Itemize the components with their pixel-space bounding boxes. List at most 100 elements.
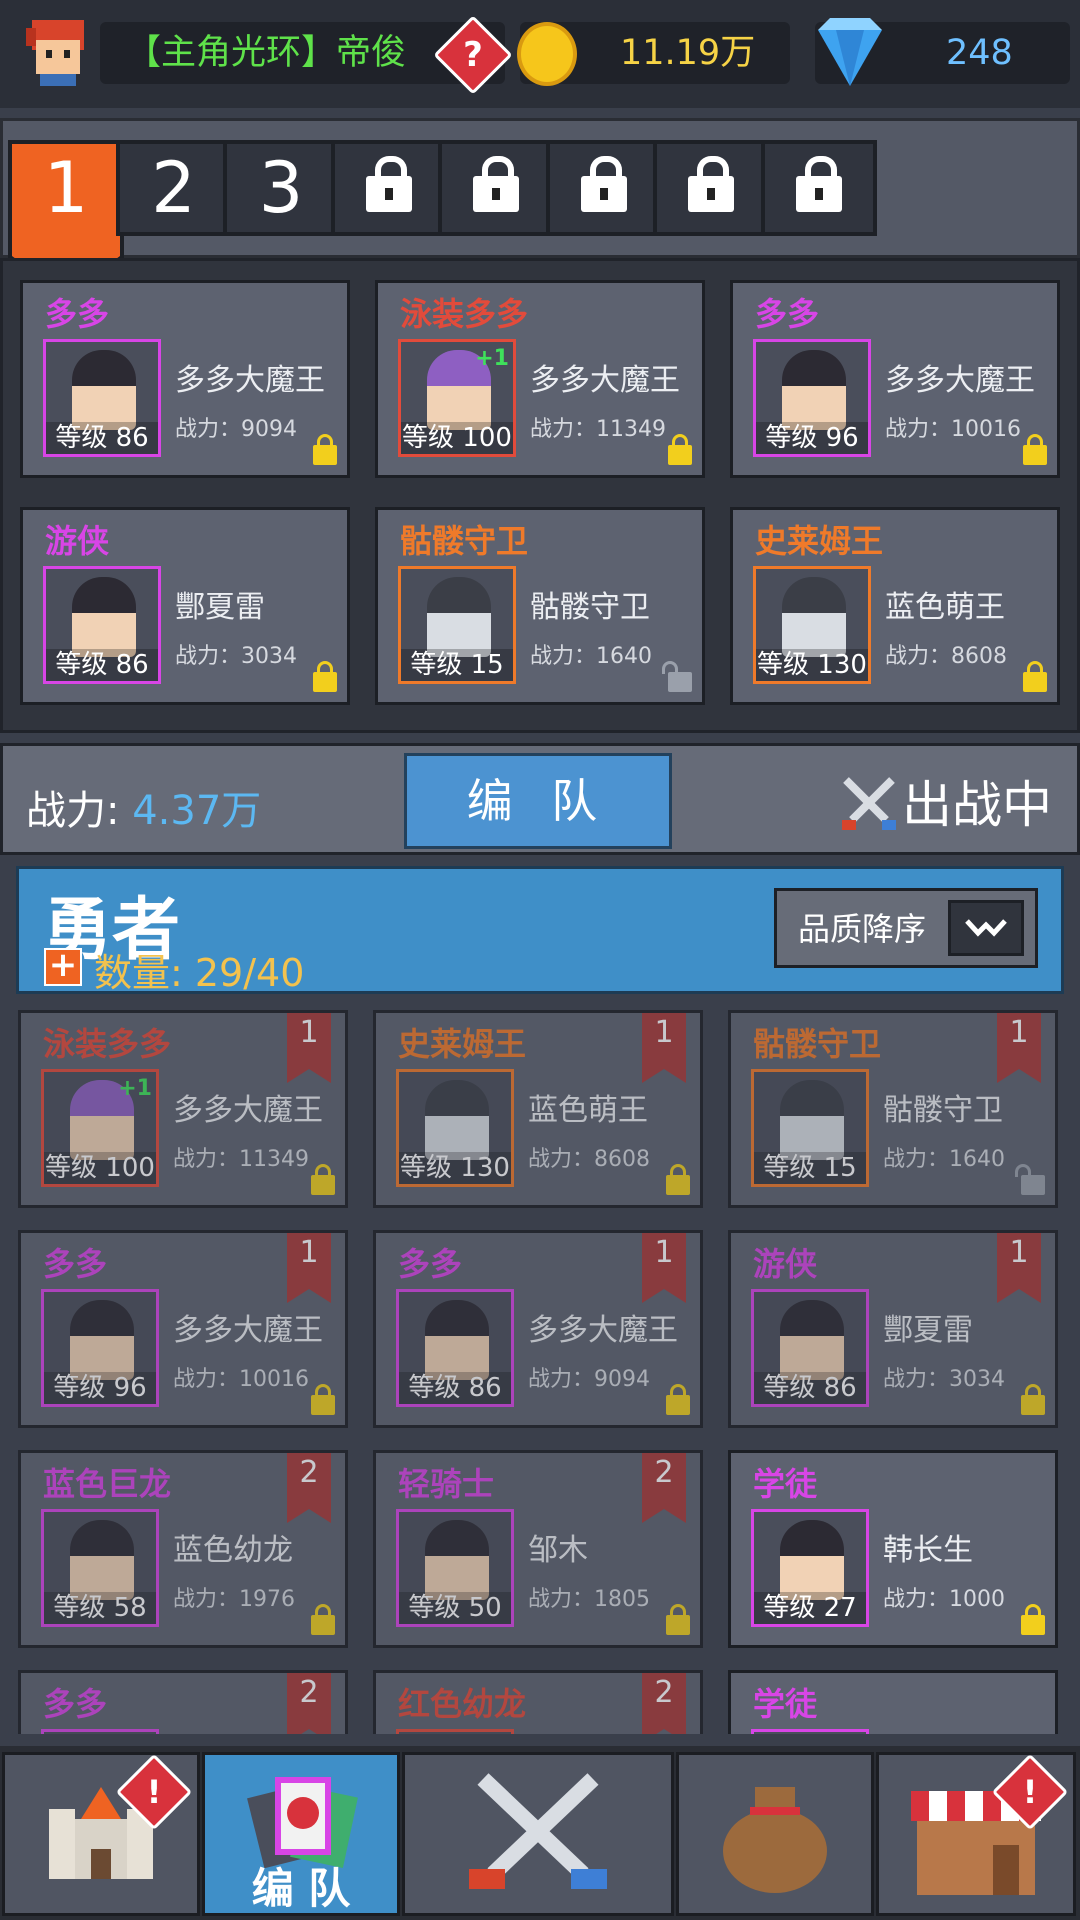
star-rank-ribbon: 1 [997,1233,1041,1303]
hero_list-card[interactable]: 多多 2 [18,1670,348,1734]
padlock-icon[interactable] [313,661,337,692]
padlock-icon[interactable] [666,1164,690,1195]
hero_list-card[interactable]: 学徒 [728,1670,1058,1734]
team-tab-5[interactable] [438,140,554,236]
sort-toggle-button[interactable] [948,900,1024,956]
hero_list-card[interactable]: 游侠 1 等级 86 酆夏雷 战力：3034 [728,1230,1058,1428]
star-rank-ribbon: 1 [287,1233,331,1303]
padlock-icon[interactable] [666,1604,690,1635]
form-team-button[interactable]: 编 队 [404,753,672,849]
hero-portrait: 等级 86 [43,339,161,457]
hero-power: 战力：1000 [883,1587,1005,1612]
hero-sprite-icon [72,577,136,657]
hero-level: 等级 100 [401,422,513,454]
team-card[interactable]: 史莱姆王 等级 130 蓝色萌王 战力：8608 [730,507,1060,705]
hero-level: 等级 58 [44,1592,156,1624]
team-tab-label: 3 [258,147,304,229]
hero-portrait: 等级 96 [753,339,871,457]
hero-sprite-icon [780,1080,844,1160]
hero-portrait: 等级 50 [396,1509,514,1627]
padlock-icon[interactable] [668,434,692,465]
padlock-icon[interactable] [666,1384,690,1415]
hero-portrait: 等级 130 [753,566,871,684]
hero-portrait: 等级 86 [751,1289,869,1407]
team-tab-4[interactable] [330,140,447,236]
team-card[interactable]: 骷髅守卫 等级 15 骷髅守卫 战力：1640 [375,507,705,705]
hero-level: 等级 50 [399,1592,511,1624]
hero_list-card[interactable]: 史莱姆王 1 等级 130 蓝色萌王 战力：8608 [373,1010,703,1208]
team-card[interactable]: 泳装多多 +1 等级 100 多多大魔王 战力：11349 [375,280,705,478]
hero-name: 多多大魔王 [173,1093,323,1128]
hero-class-title: 史莱姆王 [398,1025,527,1063]
hero-level: 等级 15 [754,1152,866,1184]
lock-icon [473,156,519,212]
unlocked-padlock-icon[interactable] [1015,1164,1045,1195]
chevron-down-icon [965,919,1007,937]
hero_list-card[interactable]: 学徒 等级 27 韩长生 战力：1000 [728,1450,1058,1648]
padlock-icon[interactable] [1021,1604,1045,1635]
star-rank-ribbon: 2 [642,1453,686,1523]
padlock-icon[interactable] [311,1164,335,1195]
upgrade-plus: +1 [475,346,509,371]
padlock-icon[interactable] [311,1384,335,1415]
lock-icon [580,156,627,212]
hero-portrait: 等级 86 [396,1289,514,1407]
hero-class-title: 骷髅守卫 [753,1025,882,1063]
player-avatar[interactable] [18,10,98,90]
star-rank-ribbon: 2 [287,1453,331,1523]
team-card[interactable]: 游侠 等级 86 酆夏雷 战力：3034 [20,507,350,705]
hero_list-card[interactable]: 轻骑士 2 等级 50 邹木 战力：1805 [373,1450,703,1648]
padlock-icon[interactable] [1023,661,1047,692]
hero-name: 邹木 [528,1533,588,1568]
team-tab-label: 1 [43,147,89,229]
hero-class-title: 游侠 [753,1245,818,1283]
hero-list[interactable]: 泳装多多 1 +1 等级 100 多多大魔王 战力：11349 史莱姆王 1 等级 130 蓝色萌… [0,994,1080,1734]
lock-icon [365,156,412,212]
team-tab-2[interactable]: 2 [115,140,232,236]
hero-power: 战力：3034 [883,1367,1005,1392]
unlocked-padlock-icon[interactable] [662,661,692,692]
hero-class-title: 多多 [43,1245,108,1283]
hero_list-card[interactable]: 骷髅守卫 1 等级 15 骷髅守卫 战力：1640 [728,1010,1058,1208]
hero-portrait: 等级 15 [398,566,516,684]
hero-level: 等级 100 [44,1152,156,1184]
hero_list-card[interactable]: 泳装多多 1 +1 等级 100 多多大魔王 战力：11349 [18,1010,348,1208]
hero_list-card[interactable]: 多多 1 等级 86 多多大魔王 战力：9094 [373,1230,703,1428]
hero-level: 等级 96 [44,1372,156,1404]
lock-icon [688,156,734,212]
nav-loot-bag-button[interactable] [676,1752,874,1916]
loot-bag-icon [679,1769,871,1903]
team-tab-label: 2 [151,147,196,229]
crossed-swords-icon [842,777,896,830]
team-tab-6[interactable] [545,140,662,236]
star-rank-ribbon: 1 [642,1013,686,1083]
padlock-icon[interactable] [311,1604,335,1635]
padlock-icon[interactable] [1023,434,1047,465]
hero-level: 等级 15 [401,649,513,681]
padlock-icon[interactable] [313,434,337,465]
hero_list-card[interactable]: 蓝色巨龙 2 等级 58 蓝色幼龙 战力：1976 [18,1450,348,1648]
team-card[interactable]: 多多 等级 96 多多大魔王 战力：10016 [730,280,1060,478]
nav-team-cards-button[interactable]: 编 队 [202,1752,400,1916]
hero-class-title: 学徒 [753,1465,818,1503]
nav-shop-button[interactable]: ! [876,1752,1076,1916]
hero_list-card[interactable]: 红色幼龙 2 [373,1670,703,1734]
team-tab-3[interactable]: 3 [223,140,339,236]
team-tab-7[interactable] [653,140,769,236]
team-card[interactable]: 多多 等级 86 多多大魔王 战力：9094 [20,280,350,478]
hero-sprite-icon [425,1520,489,1600]
gem-amount: 248 [946,33,1013,73]
hero-portrait [41,1729,159,1734]
hero_list-card[interactable]: 多多 1 等级 96 多多大魔王 战力：10016 [18,1230,348,1428]
player-name: 【主角光环】帝俊 [126,33,407,73]
nav-castle-button[interactable]: ! [2,1752,200,1916]
hero-class-title: 轻骑士 [398,1465,495,1503]
hero-sprite-icon [782,350,846,430]
hero-sprite-icon [782,577,846,657]
expand-capacity-button[interactable]: + [44,948,82,986]
team-tab-1[interactable]: 1 [8,140,124,296]
nav-crossed-swords-button[interactable] [402,1752,674,1916]
team-tab-8[interactable] [760,140,877,236]
hero-power: 战力：9094 [175,417,297,442]
padlock-icon[interactable] [1021,1384,1045,1415]
